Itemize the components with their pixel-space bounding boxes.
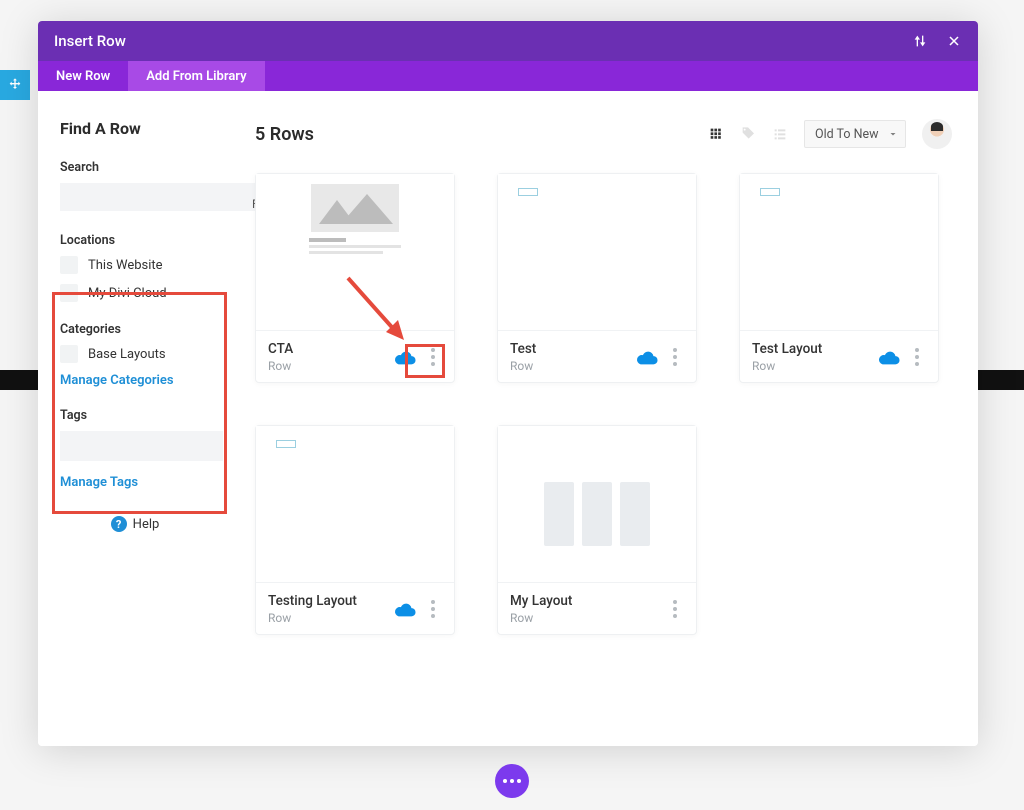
cloud-icon	[878, 346, 900, 368]
card-title: Testing Layout	[268, 593, 386, 609]
help-label: Help	[133, 517, 160, 532]
sort-arrows-icon[interactable]	[912, 33, 928, 49]
card-subtitle: Row	[268, 359, 386, 373]
insert-row-modal: Insert Row New Row Add From Library Find…	[38, 21, 978, 746]
modal-body: Find A Row Search + Filter Locations Thi…	[38, 91, 978, 746]
checkbox-icon	[60, 345, 78, 363]
columns-placeholder-icon	[512, 482, 682, 546]
modal-title: Insert Row	[54, 32, 126, 50]
cloud-icon	[636, 346, 658, 368]
image-placeholder-icon	[311, 184, 399, 232]
location-my-divi-cloud[interactable]: My Divi Cloud	[60, 284, 223, 302]
card-preview	[740, 174, 938, 330]
card-subtitle: Row	[510, 611, 658, 625]
categories-label: Categories	[60, 322, 223, 337]
results-count: 5 Rows	[255, 124, 314, 145]
help-button[interactable]: ? Help	[60, 516, 210, 532]
tags-label: Tags	[60, 408, 223, 423]
cloud-icon	[394, 346, 416, 368]
search-label: Search	[60, 160, 223, 175]
location-label: This Website	[88, 258, 163, 273]
list-view-icon[interactable]	[772, 126, 788, 142]
location-label: My Divi Cloud	[88, 286, 167, 301]
card-title: Test	[510, 341, 628, 357]
search-input[interactable]	[60, 183, 242, 211]
card-preview	[256, 174, 454, 330]
view-controls: Old To New	[708, 119, 952, 149]
help-icon: ?	[111, 516, 127, 532]
card-preview	[256, 426, 454, 582]
library-main: 5 Rows Old To New	[243, 91, 978, 746]
modal-tabs: New Row Add From Library	[38, 61, 978, 91]
tag-placeholder-icon	[276, 440, 296, 448]
tab-add-from-library[interactable]: Add From Library	[128, 61, 264, 91]
card-menu-button[interactable]	[666, 346, 684, 368]
card-preview	[498, 426, 696, 582]
sort-select[interactable]: Old To New	[804, 120, 906, 148]
card-menu-button[interactable]	[424, 346, 442, 368]
checkbox-icon	[60, 284, 78, 302]
card-footer: Test Row	[498, 330, 696, 382]
card-grid: CTA Row Test	[255, 173, 952, 635]
modal-header: Insert Row	[38, 21, 978, 61]
card-subtitle: Row	[510, 359, 628, 373]
sidebar-title: Find A Row	[60, 119, 223, 138]
card-footer: Testing Layout Row	[256, 582, 454, 634]
card-footer: My Layout Row	[498, 582, 696, 634]
library-toolbar: 5 Rows Old To New	[255, 119, 952, 149]
user-avatar[interactable]	[922, 119, 952, 149]
tag-placeholder-icon	[518, 188, 538, 196]
category-base-layouts[interactable]: Base Layouts	[60, 345, 223, 363]
layout-card-cta[interactable]: CTA Row	[255, 173, 455, 383]
card-subtitle: Row	[752, 359, 870, 373]
card-menu-button[interactable]	[908, 346, 926, 368]
builder-move-handle[interactable]	[0, 70, 30, 100]
close-icon[interactable]	[946, 33, 962, 49]
checkbox-icon	[60, 256, 78, 274]
card-title: My Layout	[510, 593, 658, 609]
card-title: CTA	[268, 341, 386, 357]
grid-view-icon[interactable]	[708, 126, 724, 142]
filters-sidebar: Find A Row Search + Filter Locations Thi…	[38, 91, 243, 746]
locations-label: Locations	[60, 233, 223, 248]
manage-categories-link[interactable]: Manage Categories	[60, 373, 223, 388]
card-menu-button[interactable]	[666, 598, 684, 620]
location-this-website[interactable]: This Website	[60, 256, 223, 274]
manage-tags-link[interactable]: Manage Tags	[60, 475, 223, 490]
tags-input[interactable]	[60, 431, 223, 461]
cloud-icon	[394, 598, 416, 620]
layout-card-test[interactable]: Test Row	[497, 173, 697, 383]
layout-card-my-layout[interactable]: My Layout Row	[497, 425, 697, 635]
card-menu-button[interactable]	[424, 598, 442, 620]
move-icon	[7, 77, 23, 93]
modal-header-actions	[912, 33, 962, 49]
card-title: Test Layout	[752, 341, 870, 357]
search-row: + Filter	[60, 183, 223, 211]
card-footer: CTA Row	[256, 330, 454, 382]
tab-new-row[interactable]: New Row	[38, 61, 128, 91]
layout-card-testing-layout[interactable]: Testing Layout Row	[255, 425, 455, 635]
layout-card-test-layout[interactable]: Test Layout Row	[739, 173, 939, 383]
category-label: Base Layouts	[88, 347, 166, 362]
card-subtitle: Row	[268, 611, 386, 625]
card-preview	[498, 174, 696, 330]
tag-placeholder-icon	[760, 188, 780, 196]
tag-view-icon[interactable]	[740, 126, 756, 142]
builder-fab[interactable]	[495, 764, 529, 798]
card-footer: Test Layout Row	[740, 330, 938, 382]
